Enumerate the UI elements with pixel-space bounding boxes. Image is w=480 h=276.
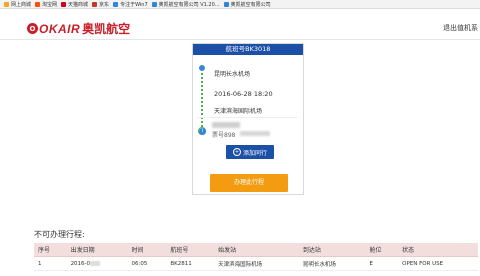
cell-origin: 天津滨海国际机场 [214, 256, 299, 271]
cell-date-text: 2016-0 [70, 260, 91, 267]
col-header-class: 舱位 [365, 243, 399, 257]
logo-chinese: 奥凯航空 [82, 22, 131, 36]
add-icon: + [232, 148, 241, 156]
bookmark-favicon-icon [92, 1, 98, 7]
bookmark-favicon-icon [35, 1, 41, 7]
bookmark-item[interactable]: 天猫商城 [61, 1, 88, 8]
col-header-date: 出发日期 [66, 243, 128, 257]
logout-link[interactable]: 退出值机系 [443, 23, 478, 33]
bookmark-item[interactable]: 京东 [92, 1, 109, 8]
bookmark-label: 京东 [99, 1, 110, 8]
logo-english: OKAIR [39, 21, 81, 36]
col-header-status: 状态 [398, 243, 478, 257]
passenger-info-icon: i [199, 128, 206, 135]
add-companion-button[interactable]: + 添加同行 [226, 145, 274, 159]
unavailable-trips-title: 不可办理行程: [34, 230, 85, 239]
bookmarks-bar: 网上商城 淘宝网 天猫商城 京东 专注于Win7 奥凯航空有限公司 V1.20... 奥凯航… [0, 0, 480, 9]
cell-time: 06:05 [127, 256, 167, 271]
okair-logo[interactable]: O OKAIR 奥凯航空 [27, 20, 130, 37]
cell-index: 1 [34, 256, 67, 271]
site-header: O OKAIR 奥凯航空 退出值机系 [0, 9, 480, 40]
bookmark-item[interactable]: 专注于Win7 [113, 1, 148, 8]
cell-flight: BK2811 [166, 256, 215, 271]
departure-dot-icon [199, 65, 205, 71]
table-row: 1 2016-0 06:05 BK2811 天津滨海国际机场 昆明长水机场 E … [34, 256, 478, 271]
okair-logo-mark: O [27, 23, 38, 34]
bookmark-favicon-icon [113, 1, 119, 7]
table-header-row: 序号 出发日期 时间 航班号 始发站 到达站 舱位 状态 [34, 243, 478, 257]
col-header-flight: 航班号 [166, 243, 215, 257]
bookmark-item[interactable]: 淘宝网 [35, 1, 57, 8]
checkin-button[interactable]: 办理此行程 [210, 174, 288, 192]
bookmark-favicon-icon [61, 1, 67, 7]
bookmark-label: 网上商城 [11, 1, 32, 8]
cell-date: 2016-0 [66, 256, 128, 271]
bookmark-favicon-icon [223, 1, 229, 7]
bookmark-item[interactable]: 奥凯航空有限公司 [223, 1, 271, 8]
bookmark-label: 奥凯航空有限公司 V1.20... [158, 1, 220, 8]
col-header-destination: 到达站 [298, 243, 366, 257]
cell-class: E [365, 256, 399, 271]
col-header-origin: 始发站 [214, 243, 299, 257]
bookmark-label: 专注于Win7 [120, 1, 148, 8]
bookmark-label: 天猫商城 [68, 1, 89, 8]
flight-card: 航班号BK3018 昆明长水机场 2016-06-28 18:20 天津滨海国际… [192, 43, 304, 195]
col-header-time: 时间 [127, 243, 167, 257]
bookmark-favicon-icon [4, 1, 9, 7]
cell-status: OPEN FOR USE [398, 256, 478, 271]
unavailable-trips-table: 序号 出发日期 时间 航班号 始发站 到达站 舱位 状态 1 2016-0 06… [34, 243, 478, 271]
passenger-ticket-redacted [240, 131, 270, 136]
card-divider [197, 117, 297, 118]
bookmark-favicon-icon [151, 1, 157, 7]
bookmark-item[interactable]: 网上商城 [4, 1, 31, 8]
col-header-index: 序号 [34, 243, 67, 257]
passenger-name-redacted [212, 122, 240, 128]
arrival-airport: 天津滨海国际机场 [214, 108, 263, 115]
flight-number-title: 航班号BK3018 [193, 44, 303, 55]
add-companion-label: 添加同行 [242, 149, 267, 157]
cell-destination: 昆明长水机场 [298, 256, 366, 271]
route-line [201, 73, 203, 127]
departure-datetime: 2016-06-28 18:20 [214, 90, 273, 98]
bookmark-label: 淘宝网 [42, 1, 58, 8]
bookmark-label: 奥凯航空有限公司 [230, 1, 271, 8]
departure-airport: 昆明长水机场 [214, 71, 251, 78]
passenger-ticket-number: 票号898 [212, 132, 236, 139]
bookmark-item[interactable]: 奥凯航空有限公司 V1.20... [151, 1, 220, 8]
cell-date-redacted [90, 260, 101, 266]
